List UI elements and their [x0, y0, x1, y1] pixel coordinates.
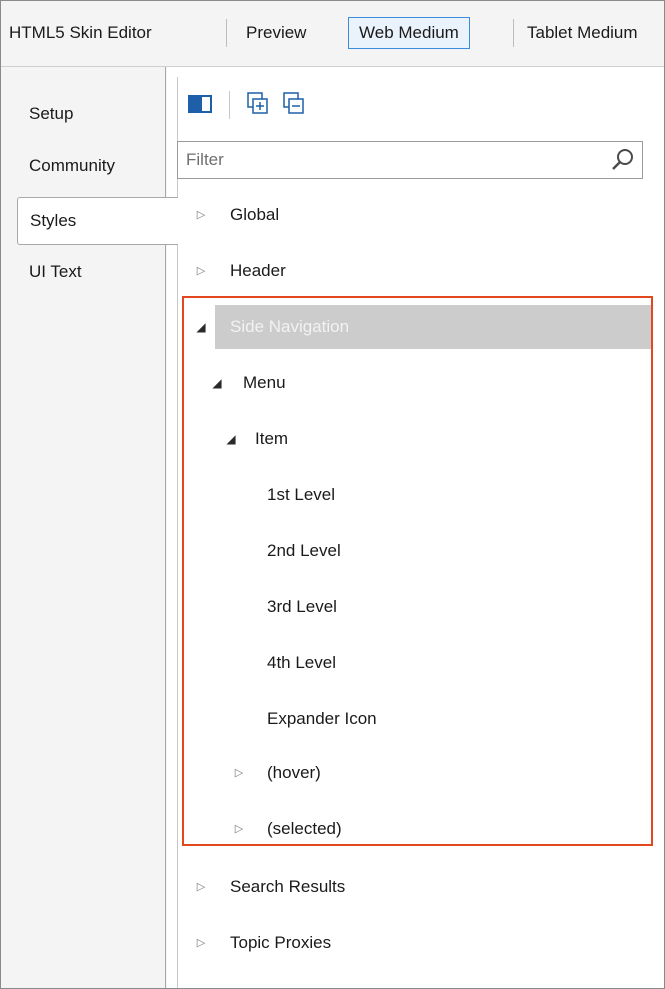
tree-node-item[interactable]: ◢ Item — [167, 419, 664, 459]
tree-node-topic-proxies[interactable]: ▷ Topic Proxies — [167, 923, 664, 963]
search-icon[interactable] — [610, 147, 636, 173]
tree-node-label: 4th Level — [267, 653, 336, 672]
tree-node-label: Side Navigation — [230, 317, 350, 336]
expand-arrow-icon[interactable]: ▷ — [193, 251, 209, 291]
side-tab-strip: Setup Community Styles UI Text — [1, 67, 178, 988]
tree-node-1st-level[interactable]: 1st Level — [167, 475, 664, 515]
tree-node-label: 1st Level — [267, 485, 336, 504]
styles-panel: ▷ Global ▷ Header ◢ Side Navigation ◢ Me… — [167, 67, 664, 988]
tablet-medium-button[interactable]: Tablet Medium — [527, 18, 638, 48]
tree-node-hover[interactable]: ▷ (hover) — [167, 753, 664, 793]
tree-node-label: Item — [255, 429, 289, 448]
expand-arrow-icon[interactable]: ▷ — [231, 809, 247, 849]
tab-styles[interactable]: Styles — [17, 197, 178, 245]
tree-node-label: Search Results — [230, 877, 346, 896]
tree-node-expander-icon[interactable]: Expander Icon — [167, 699, 664, 739]
expand-arrow-icon[interactable]: ▷ — [193, 923, 209, 963]
panel-toggle-icon[interactable] — [187, 91, 213, 117]
tree-node-search-results[interactable]: ▷ Search Results — [167, 867, 664, 907]
tree-node-menu[interactable]: ◢ Menu — [167, 363, 664, 403]
tree-node-label: 3rd Level — [267, 597, 337, 616]
tree-node-label: 2nd Level — [267, 541, 341, 560]
toolbar-divider — [226, 19, 227, 47]
tab-community[interactable]: Community — [13, 143, 165, 189]
web-medium-button[interactable]: Web Medium — [348, 17, 470, 49]
editor-toolbar: HTML5 Skin Editor Preview Web Medium Tab… — [1, 1, 664, 67]
tree-node-2nd-level[interactable]: 2nd Level — [167, 531, 664, 571]
html5-skin-editor-tab[interactable]: HTML5 Skin Editor — [9, 18, 152, 48]
expand-arrow-icon[interactable]: ▷ — [193, 867, 209, 907]
collapse-arrow-icon[interactable]: ◢ — [223, 419, 239, 459]
expand-arrow-icon[interactable]: ▷ — [231, 753, 247, 793]
filter-box — [177, 141, 643, 179]
tree-node-label: Global — [230, 205, 280, 224]
tree-node-side-navigation[interactable]: ◢ Side Navigation — [167, 305, 664, 349]
tree-node-label: Header — [230, 261, 286, 280]
tree-node-header[interactable]: ▷ Header — [167, 251, 664, 291]
tree-node-4th-level[interactable]: 4th Level — [167, 643, 664, 683]
expand-all-icon[interactable] — [245, 91, 271, 117]
collapse-arrow-icon[interactable]: ◢ — [193, 307, 209, 347]
tree-node-global[interactable]: ▷ Global — [167, 195, 664, 235]
tree-node-label: (selected) — [267, 819, 342, 838]
collapse-arrow-icon[interactable]: ◢ — [209, 363, 225, 403]
preview-button[interactable]: Preview — [246, 18, 306, 48]
toolbar-divider — [513, 19, 514, 47]
tree-node-label: Topic Proxies — [230, 933, 332, 952]
tree-node-label: Menu — [243, 373, 286, 392]
tab-setup[interactable]: Setup — [13, 91, 165, 137]
tab-ui-text[interactable]: UI Text — [13, 249, 165, 295]
tree-node-label: (hover) — [267, 763, 321, 782]
collapse-all-icon[interactable] — [281, 91, 307, 117]
tool-divider — [229, 91, 230, 119]
tree-node-3rd-level[interactable]: 3rd Level — [167, 587, 664, 627]
tree-node-label: Expander Icon — [267, 709, 377, 728]
filter-input[interactable] — [178, 142, 614, 178]
expand-arrow-icon[interactable]: ▷ — [193, 195, 209, 235]
tree-node-selected[interactable]: ▷ (selected) — [167, 809, 664, 849]
window: HTML5 Skin Editor Preview Web Medium Tab… — [0, 0, 665, 989]
